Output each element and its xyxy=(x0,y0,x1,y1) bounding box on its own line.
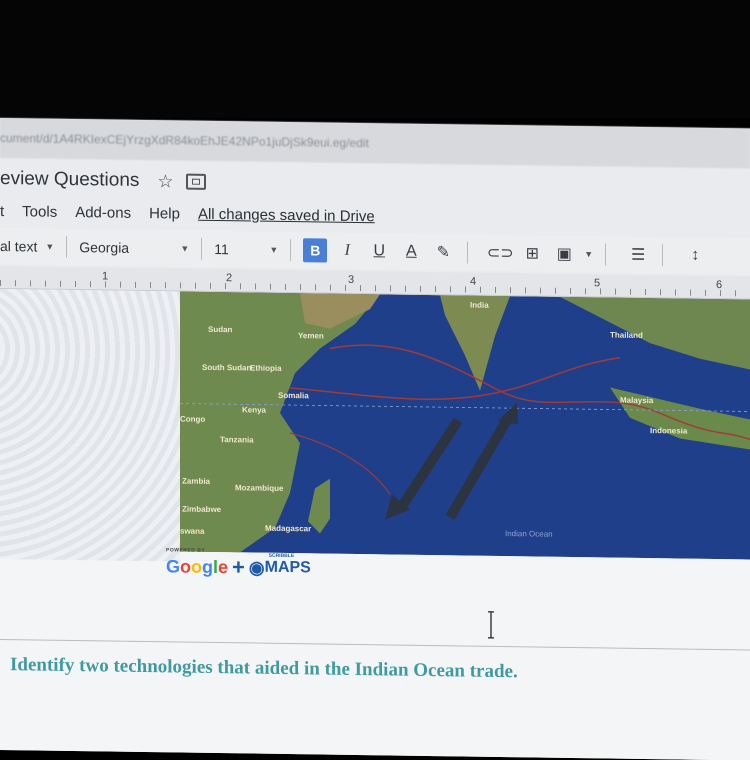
menu-format-partial[interactable]: t xyxy=(0,203,4,220)
menu-help[interactable]: Help xyxy=(149,205,180,222)
ruler-number: 4 xyxy=(470,275,477,288)
ruler-number: 5 xyxy=(594,277,601,290)
ruler-number: 6 xyxy=(716,278,723,292)
horizontal-rule xyxy=(0,639,750,651)
menu-add-ons[interactable]: Add-ons xyxy=(75,204,131,222)
scribble-label: SCRIBBLE xyxy=(268,552,295,560)
map-label: Indian Ocean xyxy=(505,529,553,539)
font-size-value: 11 xyxy=(214,240,229,258)
insert-image-icon[interactable]: ▣ xyxy=(552,242,576,266)
ruler-number: 3 xyxy=(348,273,355,286)
divider xyxy=(290,239,292,262)
map-label: Zambia xyxy=(182,477,211,486)
map-label: Sudan xyxy=(208,325,233,334)
menu-tools[interactable]: Tools xyxy=(22,203,57,220)
map-credit: POWERED BY Google + ◉ SCRIBBLE MAPS xyxy=(166,547,311,581)
map-label: Madagascar xyxy=(265,524,311,534)
map-label: Congo xyxy=(180,415,205,424)
link-icon[interactable]: ⊂⊃ xyxy=(487,241,514,265)
text-cursor-icon xyxy=(488,611,494,639)
google-logo-letter: G xyxy=(166,555,181,577)
underline-button[interactable]: U xyxy=(367,239,391,263)
indian-ocean-trade-map[interactable]: Sudan Yemen South Sudan Ethiopia Somalia… xyxy=(180,291,750,560)
font-dropdown[interactable]: Georgia ▼ xyxy=(79,239,189,257)
divider xyxy=(605,243,607,266)
style-value: al text xyxy=(0,238,38,255)
divider xyxy=(201,237,203,260)
ruler-number: 1 xyxy=(102,270,109,283)
map-label: South Sudan xyxy=(202,363,251,373)
map-label: Indonesia xyxy=(650,426,688,436)
text-color-button[interactable]: A xyxy=(399,240,423,264)
divider xyxy=(662,244,664,267)
font-size-dropdown[interactable]: 11 ▼ xyxy=(214,241,278,258)
map-label: Kenya xyxy=(242,405,267,414)
maps-label: MAPS xyxy=(264,558,311,577)
chevron-down-icon[interactable]: ▼ xyxy=(584,249,593,259)
google-logo-letter: o xyxy=(180,556,192,577)
save-status-link[interactable]: All changes saved in Drive xyxy=(198,205,375,224)
map-label: swana xyxy=(180,527,205,536)
google-logo-letter: o xyxy=(191,556,203,577)
map-label: Zimbabwe xyxy=(182,505,222,515)
map-label: India xyxy=(470,301,489,310)
divider xyxy=(66,235,68,258)
map-label: Somalia xyxy=(278,391,309,400)
document-page[interactable]: Sudan Yemen South Sudan Ethiopia Somalia… xyxy=(0,289,750,760)
google-logo-letter: e xyxy=(218,556,229,577)
font-value: Georgia xyxy=(79,239,130,256)
move-to-folder-icon[interactable] xyxy=(185,173,206,190)
highlight-pen-icon[interactable]: ✎ xyxy=(431,240,455,264)
plus-sign: + xyxy=(232,554,245,580)
browser-screen: cument/d/1A4RKIexCEjYrzgXdR84koEhJE42NPo… xyxy=(0,118,750,760)
scribble-maps-logo: SCRIBBLE MAPS xyxy=(264,553,311,578)
address-bar[interactable]: cument/d/1A4RKIexCEjYrzgXdR84koEhJE42NPo… xyxy=(0,118,750,169)
style-dropdown[interactable]: al text ▼ xyxy=(0,238,54,255)
italic-button[interactable]: I xyxy=(335,239,359,263)
chevron-down-icon: ▼ xyxy=(180,243,190,254)
screen-moire xyxy=(0,289,180,562)
map-label: Thailand xyxy=(610,331,643,340)
map-label: Yemen xyxy=(298,331,324,340)
monitor-bezel xyxy=(0,0,750,118)
map-label: Ethiopia xyxy=(250,363,282,372)
globe-icon: ◉ xyxy=(248,556,265,578)
bold-button[interactable]: B xyxy=(303,238,328,263)
powered-by-label: POWERED BY xyxy=(166,547,206,554)
line-spacing-icon[interactable]: ↕ xyxy=(683,244,707,268)
star-icon[interactable]: ☆ xyxy=(157,171,173,192)
question-text[interactable]: Identify two technologies that aided in … xyxy=(10,654,518,683)
ruler-number: 2 xyxy=(226,272,233,285)
align-icon[interactable]: ☰ xyxy=(626,243,650,267)
chevron-down-icon: ▼ xyxy=(269,244,279,255)
map-label: Tanzania xyxy=(220,435,254,444)
insert-comment-icon[interactable]: ⊞ xyxy=(520,241,544,265)
chevron-down-icon: ▼ xyxy=(45,241,55,252)
map-label: Mozambique xyxy=(235,483,284,493)
map-label: Malaysia xyxy=(620,396,654,405)
divider xyxy=(467,241,469,264)
google-logo-letter: g xyxy=(202,556,214,577)
document-title[interactable]: eview Questions xyxy=(0,168,139,192)
